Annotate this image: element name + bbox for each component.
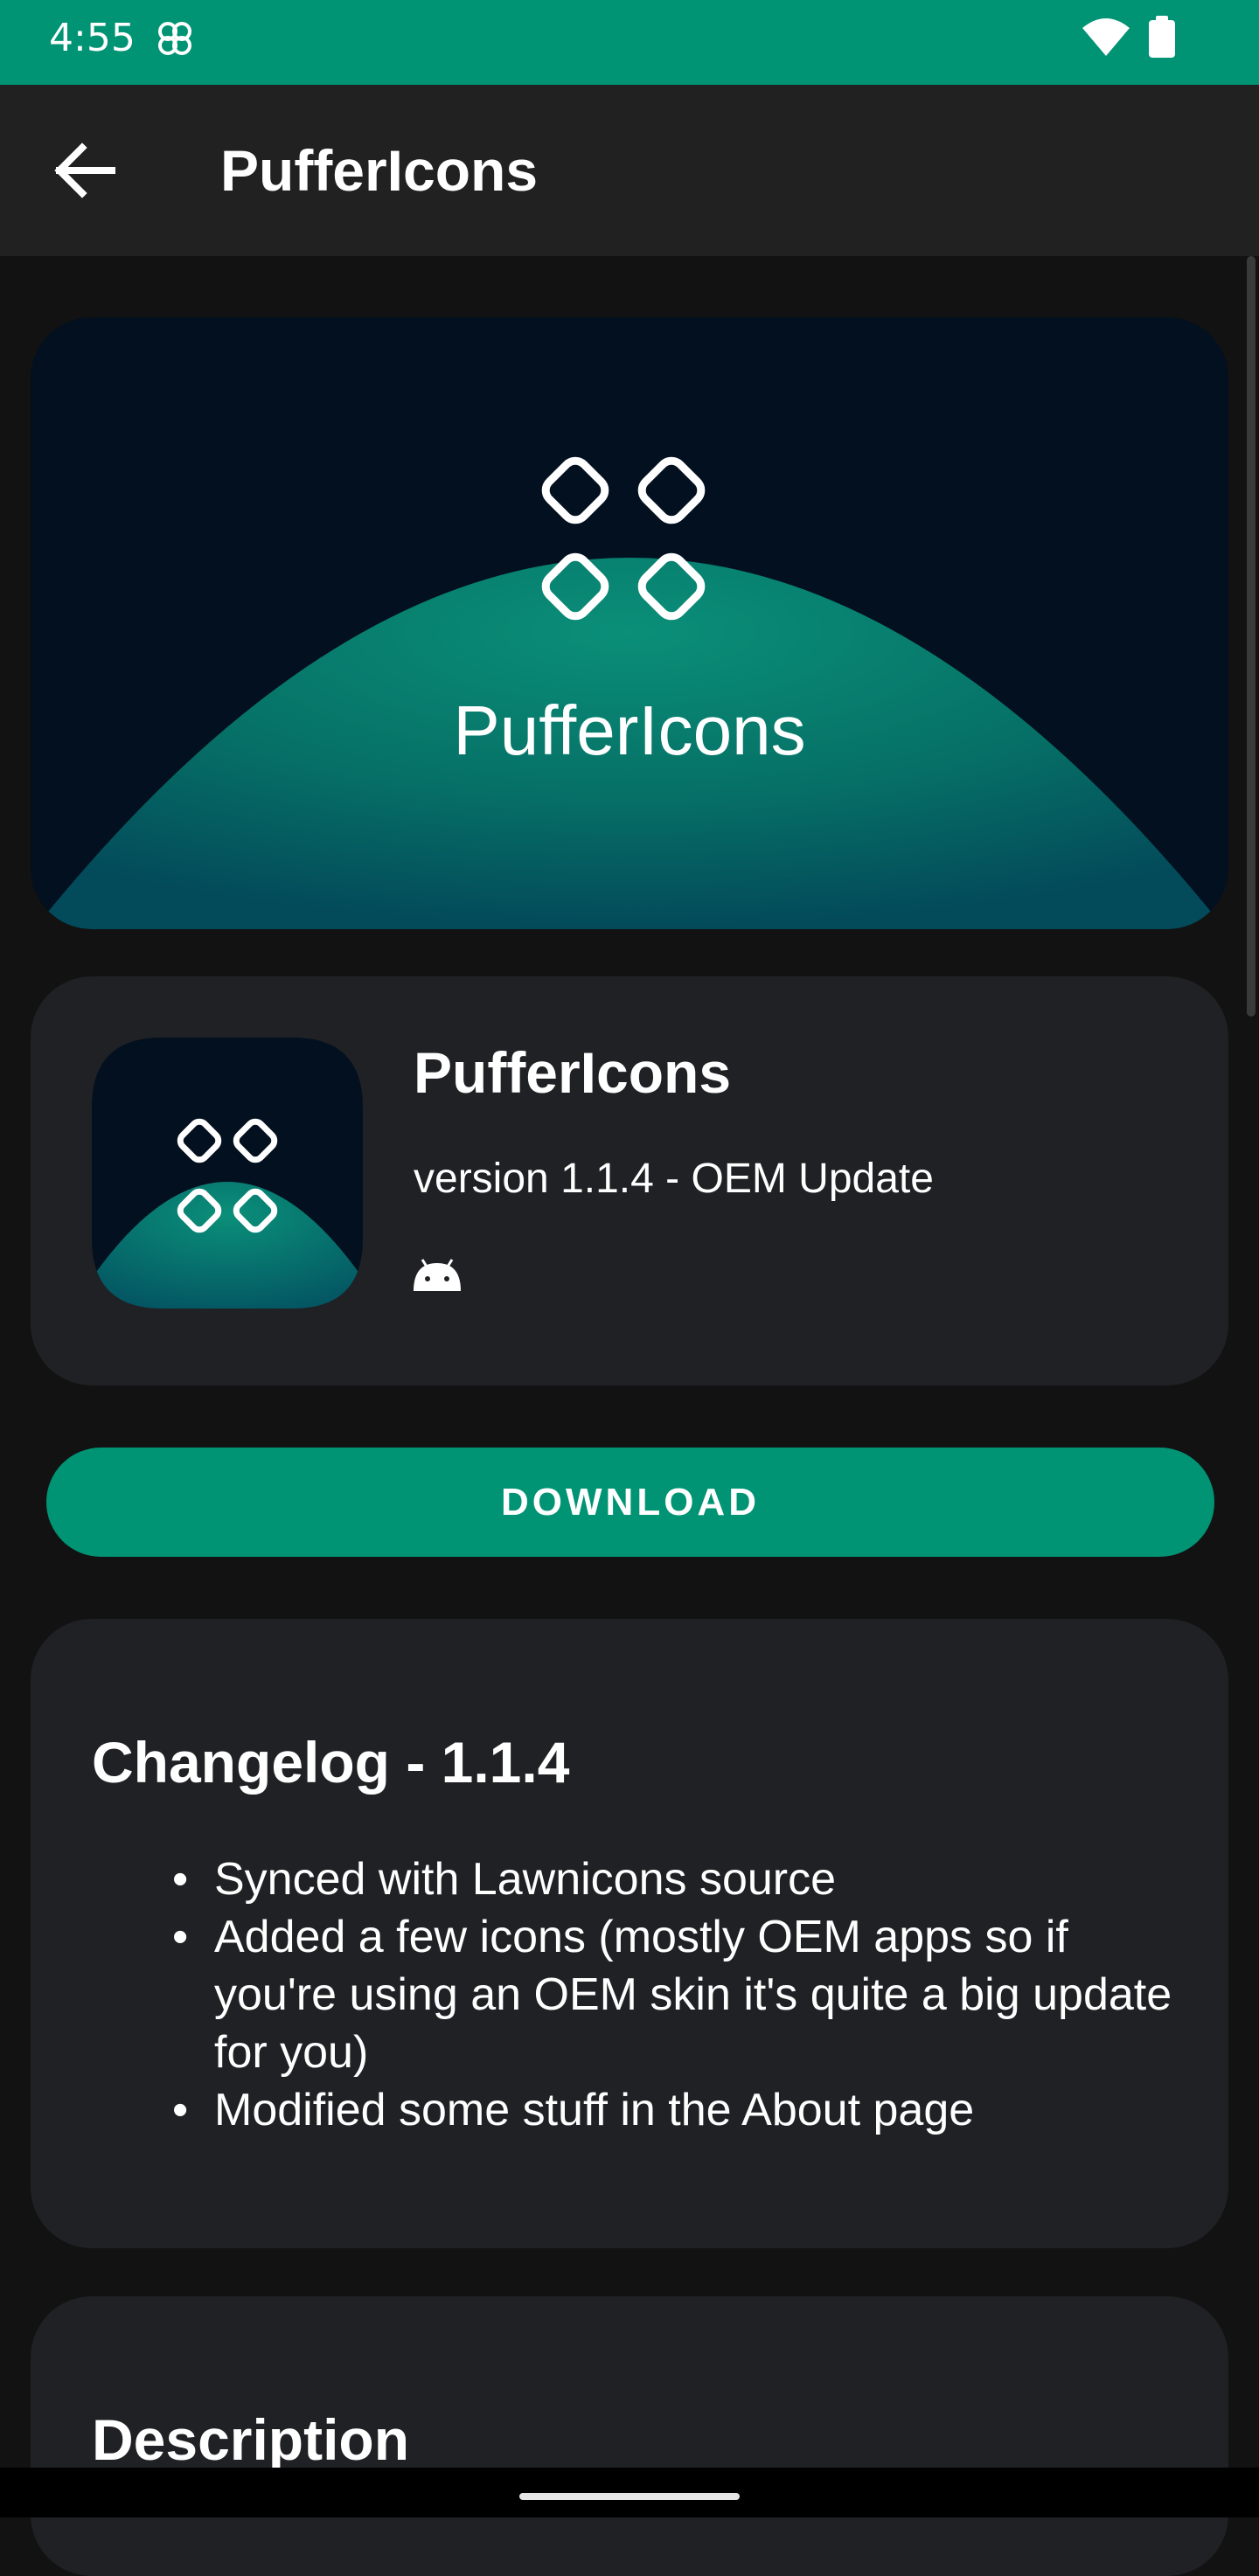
list-item: Added a few icons (mostly OEM apps so if…	[172, 1908, 1202, 2081]
wifi-icon	[1082, 18, 1130, 56]
page-title: PufferIcons	[220, 138, 539, 203]
banner-title: PufferIcons	[453, 691, 806, 769]
list-item: Synced with Lawnicons source	[172, 1850, 1202, 1908]
changelog-list: Synced with Lawnicons source Added a few…	[172, 1850, 1202, 2139]
changelog-card: Changelog - 1.1.4 Synced with Lawnicons …	[31, 1619, 1228, 2248]
scrollbar[interactable]	[1247, 256, 1256, 1017]
navigation-bar	[0, 2468, 1259, 2517]
gesture-handle[interactable]	[519, 2493, 740, 2500]
description-card: Description	[31, 2296, 1228, 2576]
status-time: 4:55	[49, 16, 136, 60]
app-version: version 1.1.4 - OEM Update	[414, 1156, 934, 1202]
app-icon	[92, 1038, 363, 1309]
feature-banner	[31, 317, 1228, 929]
banner-graphic	[31, 317, 1228, 929]
description-title: Description	[92, 2407, 410, 2472]
changelog-title: Changelog - 1.1.4	[92, 1730, 570, 1795]
download-button[interactable]: DOWNLOAD	[46, 1448, 1214, 1557]
battery-icon	[1149, 16, 1175, 58]
top-app-bar: PufferIcons	[0, 85, 1259, 256]
app-name: PufferIcons	[414, 1040, 732, 1105]
app-info-card: PufferIcons version 1.1.4 - OEM Update	[31, 976, 1228, 1385]
status-bar: 4:55	[0, 0, 1259, 85]
arrow-back-icon[interactable]	[45, 135, 124, 205]
list-item: Modified some stuff in the About page	[172, 2081, 1202, 2139]
app-notification-icon	[158, 22, 191, 55]
android-icon	[414, 1259, 461, 1291]
